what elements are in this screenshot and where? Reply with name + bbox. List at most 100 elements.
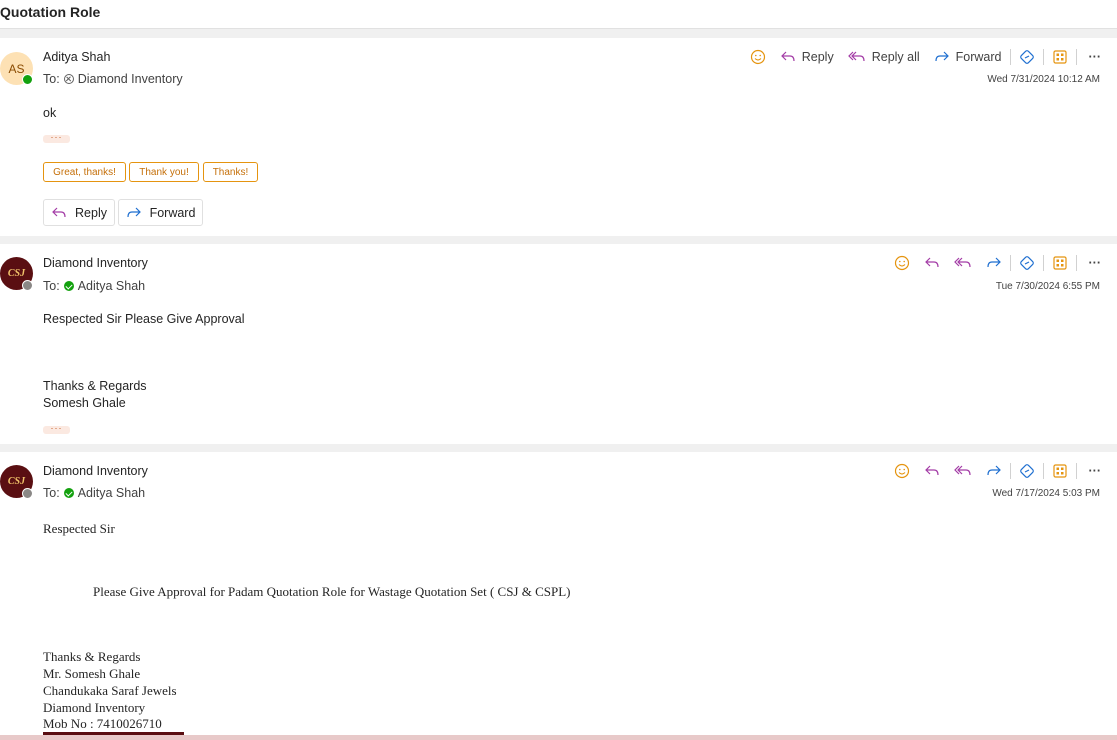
conversation-title: Quotation Role <box>0 4 101 20</box>
reply-icon <box>924 465 939 476</box>
message-date: Tue 7/30/2024 6:55 PM <box>995 281 1100 292</box>
loop-button[interactable] <box>1019 463 1035 479</box>
recipient-line: To: Aditya Shah <box>43 486 145 500</box>
signature-line-4: Diamond Inventory <box>43 700 146 715</box>
signature-name: Somesh Ghale <box>43 396 126 410</box>
message-toolbar: ··· <box>880 461 1102 481</box>
reply-icon <box>52 207 66 217</box>
forward-label: Forward <box>955 50 1002 64</box>
toolbar-divider <box>1042 49 1044 65</box>
signature-line-2: Mr. Somesh Ghale <box>43 666 141 681</box>
more-actions-button[interactable]: ··· <box>1089 256 1102 270</box>
to-label: To: <box>43 486 60 500</box>
loop-button[interactable] <box>1019 255 1035 271</box>
recipient-line: To: Aditya Shah <box>43 279 145 293</box>
message-greeting: Respected Sir <box>43 521 115 536</box>
show-quoted-button[interactable]: ··· <box>43 133 70 143</box>
apps-grid-icon <box>1052 464 1067 478</box>
bottom-strip <box>0 735 1117 740</box>
emoji-reaction-button[interactable] <box>894 463 910 479</box>
forward-icon <box>935 51 949 62</box>
recipient-name[interactable]: Aditya Shah <box>78 486 145 500</box>
recipient-name[interactable]: Diamond Inventory <box>78 72 183 86</box>
reply-action-button[interactable]: Reply <box>43 199 115 226</box>
message-card-1[interactable]: AS Aditya Shah To: Diamond Inventory Rep… <box>0 38 1117 236</box>
toolbar-divider <box>1009 255 1011 271</box>
emoji-reaction-button[interactable] <box>750 49 766 65</box>
more-actions-button[interactable]: ··· <box>1089 50 1102 64</box>
message-body: Respected Sir Please Give Approval <box>43 312 245 326</box>
reply-icon <box>780 51 795 62</box>
suggested-reply-3[interactable]: Thanks! <box>203 162 258 182</box>
reply-action-label: Reply <box>75 205 107 220</box>
signoff-line: Thanks & Regards <box>43 379 147 393</box>
recipient-name[interactable]: Aditya Shah <box>78 279 145 293</box>
apps-grid-icon <box>1052 256 1067 270</box>
conversation-header: Quotation Role <box>0 0 1117 29</box>
message-card-2[interactable]: CSJ Diamond Inventory To: Aditya Shah ··… <box>0 244 1117 444</box>
reply-all-label: Reply all <box>871 50 920 64</box>
signature-line-3: Chandukaka Saraf Jewels <box>43 683 177 698</box>
forward-icon <box>986 465 1001 476</box>
suggested-reply-1[interactable]: Great, thanks! <box>43 162 126 182</box>
smiley-icon <box>894 255 909 271</box>
loop-button[interactable] <box>1019 49 1035 65</box>
sender-name[interactable]: Diamond Inventory <box>43 256 148 270</box>
avatar-initials: AS <box>8 61 25 76</box>
to-label: To: <box>43 279 60 293</box>
forward-action-label: Forward <box>149 205 196 220</box>
signature-line-5: Mob No : 7410026710 <box>43 716 162 731</box>
brand-logo: CSJ <box>7 476 26 487</box>
toolbar-divider <box>1075 255 1077 271</box>
show-quoted-button[interactable]: ··· <box>43 424 70 434</box>
forward-action-button[interactable]: Forward <box>118 199 203 226</box>
forward-button[interactable] <box>986 255 1002 271</box>
message-body: Please Give Approval for Padam Quotation… <box>93 584 571 599</box>
emoji-reaction-button[interactable] <box>894 255 910 271</box>
apps-grid-icon <box>1052 50 1067 64</box>
toolbar-divider <box>1075 49 1077 65</box>
brand-logo: CSJ <box>7 268 26 279</box>
apps-button[interactable] <box>1052 463 1068 479</box>
presence-available-icon <box>22 74 33 85</box>
suggested-reply-2[interactable]: Thank you! <box>129 162 199 182</box>
reply-button[interactable] <box>924 463 940 479</box>
smiley-icon <box>750 49 765 65</box>
message-card-3[interactable]: CSJ Diamond Inventory To: Aditya Shah ··… <box>0 452 1117 735</box>
apps-button[interactable] <box>1052 255 1068 271</box>
more-actions-button[interactable]: ··· <box>1089 464 1102 478</box>
loop-icon <box>1019 464 1034 478</box>
signature-line-1: Thanks & Regards <box>43 649 141 664</box>
reply-button[interactable] <box>924 255 940 271</box>
presence-available-icon <box>63 281 74 291</box>
toolbar-divider <box>1075 463 1077 479</box>
forward-button[interactable]: Forward <box>934 49 1002 65</box>
reply-all-button[interactable] <box>953 255 972 271</box>
more-icon: ··· <box>1088 50 1102 64</box>
reply-all-button[interactable]: Reply all <box>847 49 920 65</box>
presence-offline-icon <box>22 488 33 499</box>
apps-button[interactable] <box>1052 49 1068 65</box>
toolbar-divider <box>1042 463 1044 479</box>
reply-button[interactable]: Reply <box>780 49 834 65</box>
loop-icon <box>1019 50 1034 64</box>
reply-icon <box>924 257 939 268</box>
message-toolbar: Reply Reply all Forward ··· <box>736 47 1101 67</box>
reply-all-icon <box>953 257 971 268</box>
recipient-line: To: Diamond Inventory <box>43 72 183 86</box>
reply-all-icon <box>847 51 865 62</box>
sender-name[interactable]: Aditya Shah <box>43 50 110 64</box>
forward-icon <box>126 207 141 217</box>
loop-icon <box>1019 256 1034 270</box>
toolbar-divider <box>1009 49 1011 65</box>
presence-available-icon <box>63 488 74 498</box>
reply-all-button[interactable] <box>953 463 972 479</box>
toolbar-divider <box>1042 255 1044 271</box>
message-date: Wed 7/17/2024 5:03 PM <box>992 488 1100 499</box>
reply-label: Reply <box>801 50 834 64</box>
to-label: To: <box>43 72 60 86</box>
smiley-icon <box>894 463 909 479</box>
more-icon: ··· <box>1088 256 1102 270</box>
forward-button[interactable] <box>986 463 1002 479</box>
sender-name[interactable]: Diamond Inventory <box>43 464 148 478</box>
